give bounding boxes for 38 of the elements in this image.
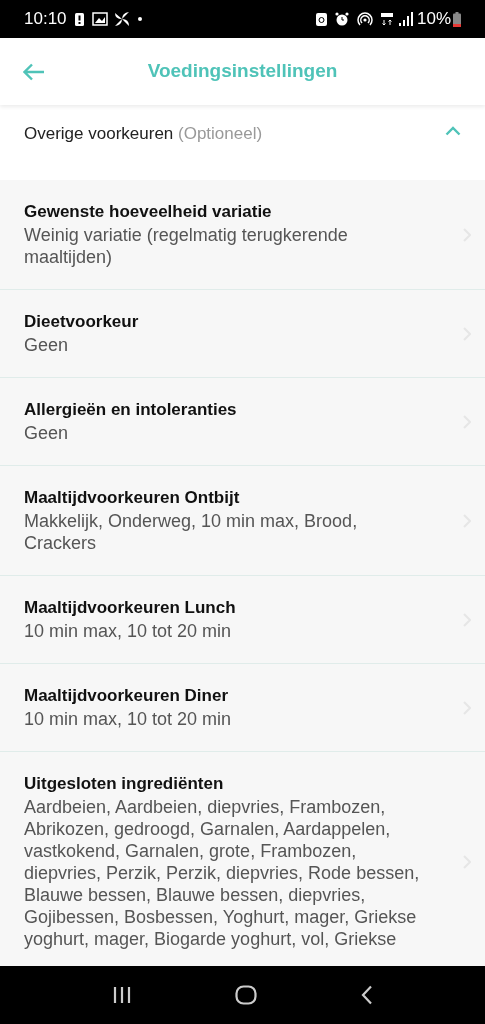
section-header[interactable]: Overige voorkeuren (Optioneel) [0, 105, 485, 180]
settings-row[interactable]: Allergieën en intoleranties Geen [0, 378, 485, 466]
row-value: 10 min max, 10 tot 20 min [24, 708, 233, 730]
row-title: Gewenste hoeveelheid variatie [24, 201, 273, 223]
alarm-icon [334, 12, 349, 26]
settings-row[interactable]: Dieetvoorkeur Geen [0, 290, 485, 378]
battery-low-icon [453, 11, 461, 27]
row-value: Makkelijk, Onderweg, 10 min max, Brood, Crackers [24, 510, 359, 554]
screen-title: Voedingsinstellingen [147, 59, 338, 84]
section-title: Overige voorkeuren (Optioneel) [24, 123, 263, 145]
battery-percentage: 10% [416, 8, 451, 31]
settings-row[interactable]: Maaltijdvoorkeuren Ontbijt Makkelijk, Onderweg, 10 min max, Brood, Crackers [0, 466, 485, 576]
recent-apps-icon[interactable] [111, 986, 132, 1004]
row-value: Geen [24, 334, 70, 356]
row-title: Allergieën en intoleranties [24, 399, 238, 421]
hotspot-icon [356, 11, 373, 27]
row-value: Weinig variatie (regelmatig terugkerende maaltijden) [24, 224, 349, 268]
battery-alert-icon [74, 12, 84, 26]
row-title: Uitgesloten ingrediënten [24, 773, 225, 795]
row-title: Maaltijdvoorkeuren Diner [24, 685, 230, 707]
row-title: Dieetvoorkeur [24, 311, 140, 333]
row-value: 10 min max, 10 tot 20 min [24, 620, 233, 642]
back-arrow-icon [23, 63, 45, 81]
row-value: Geen [24, 422, 70, 444]
settings-row[interactable]: Maaltijdvoorkeuren Diner 10 min max, 10 tot 20 min [0, 664, 485, 752]
settings-row[interactable]: Gewenste hoeveelheid variatie Weinig variatie (regelmatig terugkerende maaltijden) [0, 180, 485, 290]
signal-icon [398, 12, 413, 26]
gallery-icon [91, 12, 108, 26]
row-value: Aardbeien, Aardbeien, diepvries, Frambozen, Abrikozen, gedroogd, Garnalen, Aardappelen, vastkokend, Garnalen, grote, Frambozen, diepvries, Perzik, Perzik, diepvries, Rode bessen, Blauwe bessen, Blauwe bessen, diepvries, Gojibessen, Bosbessen, Yoghurt, mager, Griekse yoghurt, mager, Biogarde yoghurt, vol, Griekse [24, 796, 421, 950]
nav-back-icon[interactable] [361, 985, 374, 1005]
dot-icon [137, 17, 142, 21]
status-time: 10:10 [24, 8, 67, 31]
network-4g-icon [380, 12, 393, 26]
home-icon[interactable] [235, 985, 258, 1005]
fan-icon [113, 11, 130, 27]
row-title: Maaltijdvoorkeuren Ontbijt [24, 487, 241, 509]
settings-row[interactable]: Maaltijdvoorkeuren Lunch 10 min max, 10 tot 20 min [0, 576, 485, 664]
row-title: Maaltijdvoorkeuren Lunch [24, 597, 237, 619]
